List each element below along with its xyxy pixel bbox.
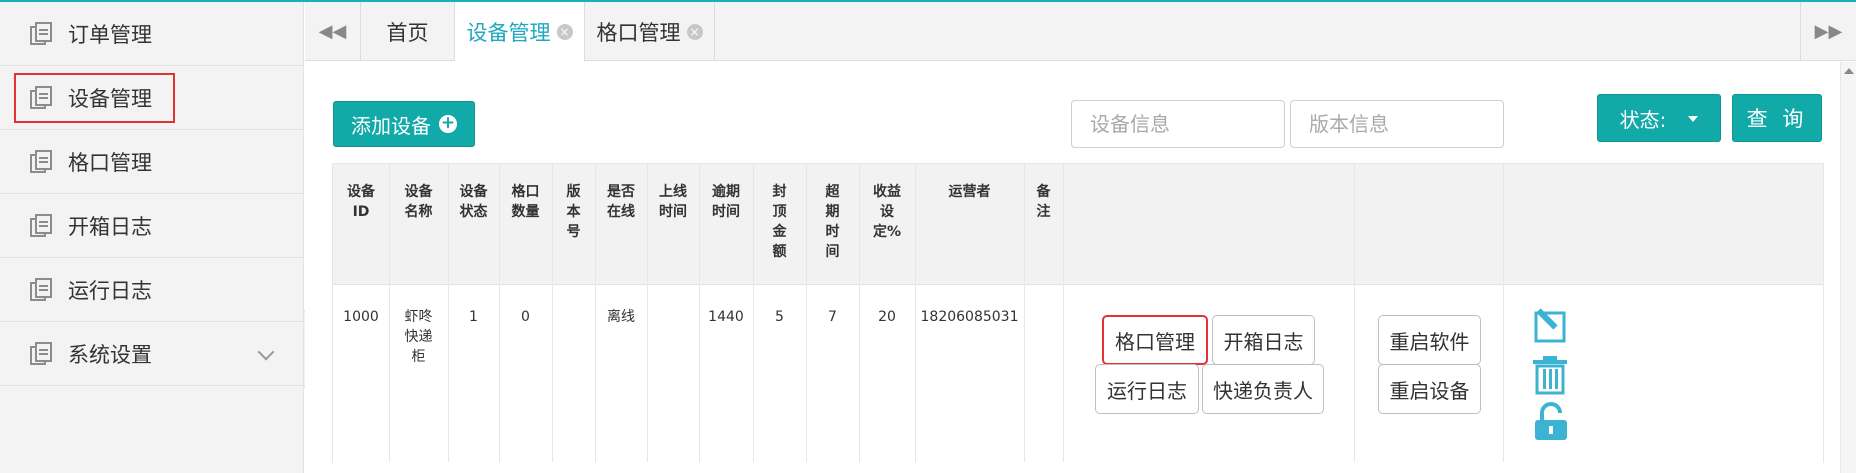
header-online-time: 上线 时间: [659, 184, 687, 220]
sidebar-item-settings[interactable]: 系统设置: [0, 322, 303, 386]
tab-home[interactable]: 首页: [361, 2, 455, 61]
slot-manage-label: 格口管理: [1115, 329, 1195, 354]
tab-slots[interactable]: 格口管理 ×: [585, 2, 715, 61]
plus-circle-icon: +: [439, 113, 457, 133]
header-slot-count: 格口 数量: [511, 184, 540, 220]
close-circle-icon[interactable]: ×: [686, 23, 703, 40]
column-divider: [1354, 164, 1355, 462]
page-icon: [30, 85, 54, 110]
sidebar-item-label: 开箱日志: [68, 214, 152, 239]
sidebar-item-devices[interactable]: 设备管理: [0, 66, 303, 130]
column-divider: [1503, 164, 1504, 462]
add-device-button[interactable]: 添加设备 +: [333, 101, 475, 147]
page-icon: [30, 149, 54, 174]
courier-manager-button[interactable]: 快递负责人: [1202, 364, 1324, 414]
caret-down-icon: [1688, 116, 1699, 122]
cell-device-id: 1000: [343, 309, 379, 325]
device-info-input[interactable]: [1071, 100, 1285, 148]
header-operator: 运营者: [948, 184, 991, 200]
trash-icon[interactable]: [1531, 355, 1569, 395]
sidebar-item-orders[interactable]: 订单管理: [0, 2, 303, 66]
header-device-name: 设备 名称: [404, 184, 433, 220]
header-overdue-time: 逾期 时间: [712, 184, 740, 220]
cell-operator: 18206085031: [920, 309, 1019, 325]
version-info-input[interactable]: [1290, 100, 1504, 148]
restart-software-button[interactable]: 重启软件: [1378, 315, 1481, 365]
tab-bar: ◀◀ 首页 设备管理 × 格口管理 × ▶▶: [305, 2, 1856, 62]
chevron-down-icon[interactable]: [257, 343, 275, 361]
main-content: 添加设备 + 状态: 查 询 设备ID 设备名称 设备状态 格口数量 版: [305, 62, 1856, 473]
add-device-label: 添加设备: [351, 113, 431, 138]
table-row: [333, 285, 1823, 463]
open-log-label: 开箱日志: [1223, 329, 1304, 354]
header-device-status: 设备 状态: [459, 184, 488, 220]
cell-device-name: 虾咚 快递柜: [404, 309, 433, 365]
run-log-button[interactable]: 运行日志: [1095, 364, 1199, 414]
header-remark: 备注: [1036, 184, 1051, 220]
tab-label: 格口管理: [596, 20, 681, 45]
header-device-id: 设备 ID: [347, 184, 375, 220]
sidebar-item-label: 订单管理: [68, 22, 152, 47]
cell-overdue-time: 1440: [708, 309, 744, 325]
page-icon: [30, 213, 54, 238]
cell-device-status: 1: [469, 309, 478, 325]
double-right-arrow-icon[interactable]: ▶▶: [1800, 2, 1856, 61]
open-log-button[interactable]: 开箱日志: [1212, 315, 1315, 365]
cell-slot-count: 0: [521, 309, 530, 325]
cell-online: 离线: [607, 309, 635, 325]
cell-cap-amount: 5: [775, 309, 784, 325]
tab-label: 设备管理: [466, 21, 551, 45]
double-left-arrow-icon[interactable]: ◀◀: [305, 2, 361, 61]
page-icon: [30, 341, 54, 366]
sidebar-item-label: 系统设置: [68, 342, 152, 367]
header-overdue-period: 超期时间: [825, 184, 840, 260]
restart-device-label: 重启设备: [1389, 378, 1470, 403]
sidebar-item-open-log[interactable]: 开箱日志: [0, 194, 303, 258]
courier-manager-label: 快递负责人: [1213, 378, 1313, 403]
status-dropdown[interactable]: 状态:: [1597, 94, 1721, 142]
cell-overdue-period: 7: [828, 309, 837, 325]
scrollbar[interactable]: [1840, 62, 1856, 473]
unlock-icon[interactable]: [1533, 402, 1569, 442]
sidebar-item-slots[interactable]: 格口管理: [0, 130, 303, 194]
header-profit: 收益设定%: [872, 184, 902, 240]
status-label: 状态:: [1619, 107, 1667, 132]
sidebar-item-run-log[interactable]: 运行日志: [0, 258, 303, 322]
cell-profit: 20: [878, 309, 896, 325]
query-label: 查 询: [1746, 107, 1808, 131]
header-online: 是否 在线: [607, 184, 635, 220]
restart-software-label: 重启软件: [1389, 329, 1470, 354]
edit-icon[interactable]: [1530, 305, 1570, 345]
run-log-label: 运行日志: [1107, 378, 1187, 403]
column-divider: [1063, 164, 1064, 462]
close-circle-icon[interactable]: ×: [556, 24, 573, 40]
sidebar: 订单管理 设备管理 格口管理 开箱日志 运行日志 系统设置: [0, 2, 304, 473]
sidebar-item-label: 格口管理: [68, 150, 152, 175]
tab-devices[interactable]: 设备管理 ×: [455, 2, 585, 62]
scroll-up-icon: [1844, 68, 1854, 74]
page-icon: [30, 277, 54, 302]
slot-manage-button[interactable]: 格口管理: [1102, 315, 1208, 365]
sidebar-item-label: 运行日志: [68, 278, 152, 303]
header-cap-amount: 封顶金额: [772, 184, 787, 260]
query-button[interactable]: 查 询: [1732, 94, 1822, 142]
tab-label: 首页: [386, 20, 429, 45]
device-table: 设备 ID 设备 名称 设备 状态 格口 数量 版本号 是否 在线 上线 时间 逾期 时间 封…: [332, 163, 1824, 463]
header-version: 版本号: [566, 184, 581, 240]
page-icon: [30, 21, 54, 46]
restart-device-button[interactable]: 重启设备: [1378, 364, 1481, 414]
